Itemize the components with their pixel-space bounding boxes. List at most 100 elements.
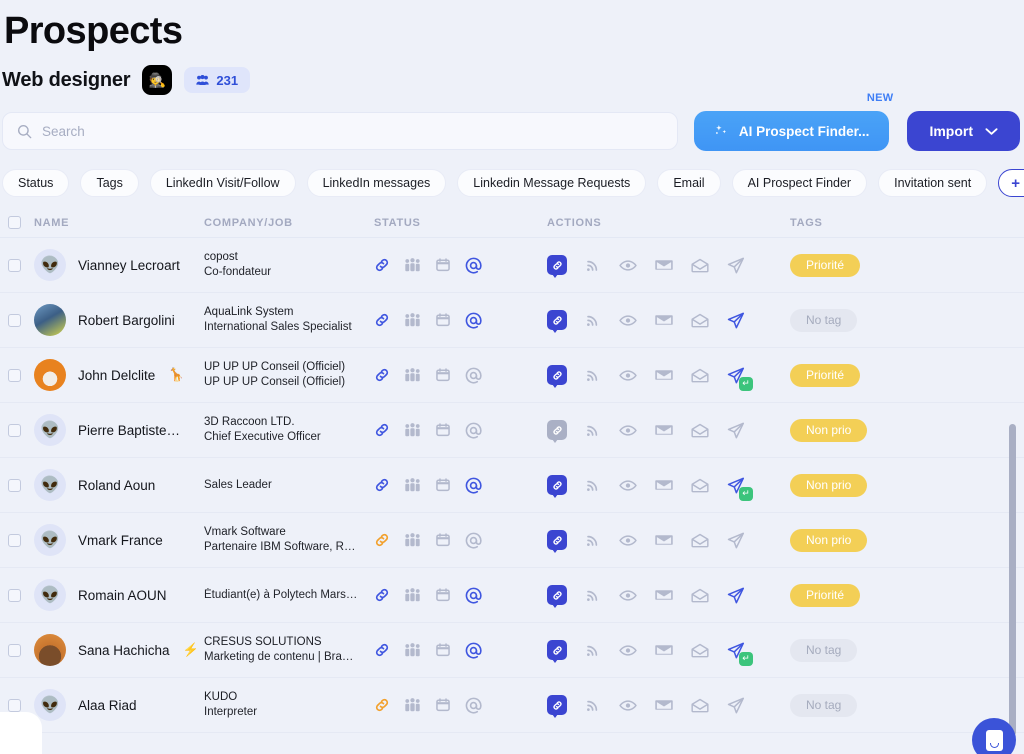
linkedin-profile-icon[interactable]: [547, 585, 567, 608]
status-at-icon[interactable]: [465, 257, 482, 274]
prospect-name-cell[interactable]: 👽 Pierre Baptiste…: [34, 414, 204, 446]
more-filters-chip[interactable]: + More filters: [998, 169, 1024, 197]
status-link-icon[interactable]: [374, 642, 390, 658]
status-group-icon[interactable]: [404, 368, 421, 382]
filter-chip-1[interactable]: Tags: [80, 169, 139, 197]
action-mail-icon[interactable]: [655, 588, 673, 602]
action-send-icon[interactable]: [727, 587, 745, 604]
linkedin-profile-icon[interactable]: [547, 640, 567, 663]
table-row[interactable]: John Delclite 🦒 UP UP UP Conseil (Officiel…: [0, 348, 1024, 403]
action-mailopen-icon[interactable]: [691, 698, 709, 713]
prospect-name-cell[interactable]: John Delclite 🦒: [34, 359, 204, 391]
status-group-icon[interactable]: [404, 313, 421, 327]
prospect-count-chip[interactable]: 231: [184, 67, 251, 93]
linkedin-profile-icon[interactable]: [547, 695, 567, 718]
action-rss-icon[interactable]: [585, 477, 601, 493]
action-send-icon[interactable]: ↵: [727, 642, 753, 666]
action-send-icon[interactable]: [727, 257, 745, 274]
table-scrollbar-thumb[interactable]: [1009, 424, 1016, 736]
row-checkbox[interactable]: [8, 698, 21, 712]
status-link-icon[interactable]: [374, 422, 390, 438]
filter-chip-0[interactable]: Status: [2, 169, 70, 197]
prospect-name-cell[interactable]: Sana Hachicha ⚡: [34, 634, 204, 666]
status-at-icon[interactable]: [465, 422, 482, 439]
segment-emoji-badge[interactable]: 🕵: [142, 65, 173, 95]
action-mailopen-icon[interactable]: [691, 643, 709, 658]
action-mailopen-icon[interactable]: [691, 533, 709, 548]
table-row[interactable]: 👽 Romain AOUN Étudiant(e) à Polytech Mars…: [0, 568, 1024, 623]
action-mailopen-icon[interactable]: [691, 313, 709, 328]
status-calendar-icon[interactable]: [435, 257, 451, 273]
action-mail-icon[interactable]: [655, 258, 673, 272]
filter-chip-4[interactable]: Linkedin Message Requests: [457, 169, 647, 197]
filter-chip-2[interactable]: LinkedIn Visit/Follow: [149, 169, 296, 197]
tag-badge[interactable]: No tag: [790, 308, 858, 332]
tag-badge[interactable]: Non prio: [790, 418, 868, 442]
status-link-icon[interactable]: [374, 477, 390, 493]
prospect-name-cell[interactable]: 👽 Vianney Lecroart: [34, 249, 204, 281]
table-row[interactable]: 👽 Alaa Riad KUDO Interpreter No tag: [0, 678, 1024, 733]
tag-badge[interactable]: No tag: [790, 638, 858, 662]
action-eye-icon[interactable]: [619, 479, 637, 492]
table-row[interactable]: 👽 Vmark France Vmark Software Partenaire IB…: [0, 513, 1024, 568]
ai-prospect-finder-button[interactable]: NEW AI Prospect Finder...: [693, 92, 893, 151]
row-checkbox[interactable]: [8, 258, 21, 272]
status-group-icon[interactable]: [404, 258, 421, 272]
action-rss-icon[interactable]: [585, 367, 601, 383]
action-eye-icon[interactable]: [619, 589, 637, 602]
action-rss-icon[interactable]: [585, 532, 601, 548]
row-checkbox[interactable]: [8, 368, 21, 382]
status-group-icon[interactable]: [404, 423, 421, 437]
action-mailopen-icon[interactable]: [691, 258, 709, 273]
status-group-icon[interactable]: [404, 588, 421, 602]
status-calendar-icon[interactable]: [435, 642, 451, 658]
action-mail-icon[interactable]: [655, 643, 673, 657]
action-eye-icon[interactable]: [619, 534, 637, 547]
table-row[interactable]: Robert Bargolini AquaLink System Internati…: [0, 293, 1024, 348]
status-link-icon[interactable]: [374, 312, 390, 328]
status-calendar-icon[interactable]: [435, 367, 451, 383]
row-checkbox[interactable]: [8, 588, 21, 602]
action-send-icon[interactable]: [727, 422, 745, 439]
row-checkbox[interactable]: [8, 533, 21, 547]
status-at-icon[interactable]: [465, 642, 482, 659]
table-row[interactable]: 👽 Vianney Lecroart copost Co-fondateur P…: [0, 238, 1024, 293]
status-calendar-icon[interactable]: [435, 697, 451, 713]
action-rss-icon[interactable]: [585, 587, 601, 603]
prospect-name-cell[interactable]: 👽 Alaa Riad: [34, 689, 204, 721]
action-rss-icon[interactable]: [585, 697, 601, 713]
filter-chip-5[interactable]: Email: [657, 169, 721, 197]
status-calendar-icon[interactable]: [435, 532, 451, 548]
status-group-icon[interactable]: [404, 478, 421, 492]
tag-badge[interactable]: Priorité: [790, 253, 861, 277]
row-checkbox[interactable]: [8, 313, 21, 327]
row-checkbox[interactable]: [8, 478, 21, 492]
status-at-icon[interactable]: [465, 367, 482, 384]
action-mailopen-icon[interactable]: [691, 588, 709, 603]
status-at-icon[interactable]: [465, 532, 482, 549]
action-eye-icon[interactable]: [619, 644, 637, 657]
linkedin-profile-icon[interactable]: [547, 475, 567, 498]
status-link-icon[interactable]: [374, 257, 390, 273]
filter-chip-3[interactable]: LinkedIn messages: [306, 169, 447, 197]
status-link-icon[interactable]: [374, 367, 390, 383]
import-button[interactable]: Import: [907, 111, 1020, 151]
status-at-icon[interactable]: [465, 312, 482, 329]
table-row[interactable]: 👽 Roland Aoun Sales Leader ↵ Non prio: [0, 458, 1024, 513]
action-mail-icon[interactable]: [655, 313, 673, 327]
status-calendar-icon[interactable]: [435, 312, 451, 328]
prospect-name-cell[interactable]: 👽 Vmark France: [34, 524, 204, 556]
table-row[interactable]: Sana Hachicha ⚡ CRESUS SOLUTIONS Marketing …: [0, 623, 1024, 678]
tag-badge[interactable]: Non prio: [790, 473, 868, 497]
status-link-icon[interactable]: [374, 697, 390, 713]
tag-badge[interactable]: Priorité: [790, 363, 861, 387]
action-send-icon[interactable]: ↵: [727, 477, 753, 501]
action-eye-icon[interactable]: [619, 699, 637, 712]
action-mail-icon[interactable]: [655, 533, 673, 547]
action-mail-icon[interactable]: [655, 368, 673, 382]
linkedin-profile-icon[interactable]: [547, 420, 567, 443]
chat-widget-button[interactable]: [972, 718, 1016, 754]
select-all-checkbox[interactable]: [8, 216, 21, 229]
action-rss-icon[interactable]: [585, 257, 601, 273]
filter-chip-7[interactable]: Invitation sent: [878, 169, 988, 197]
